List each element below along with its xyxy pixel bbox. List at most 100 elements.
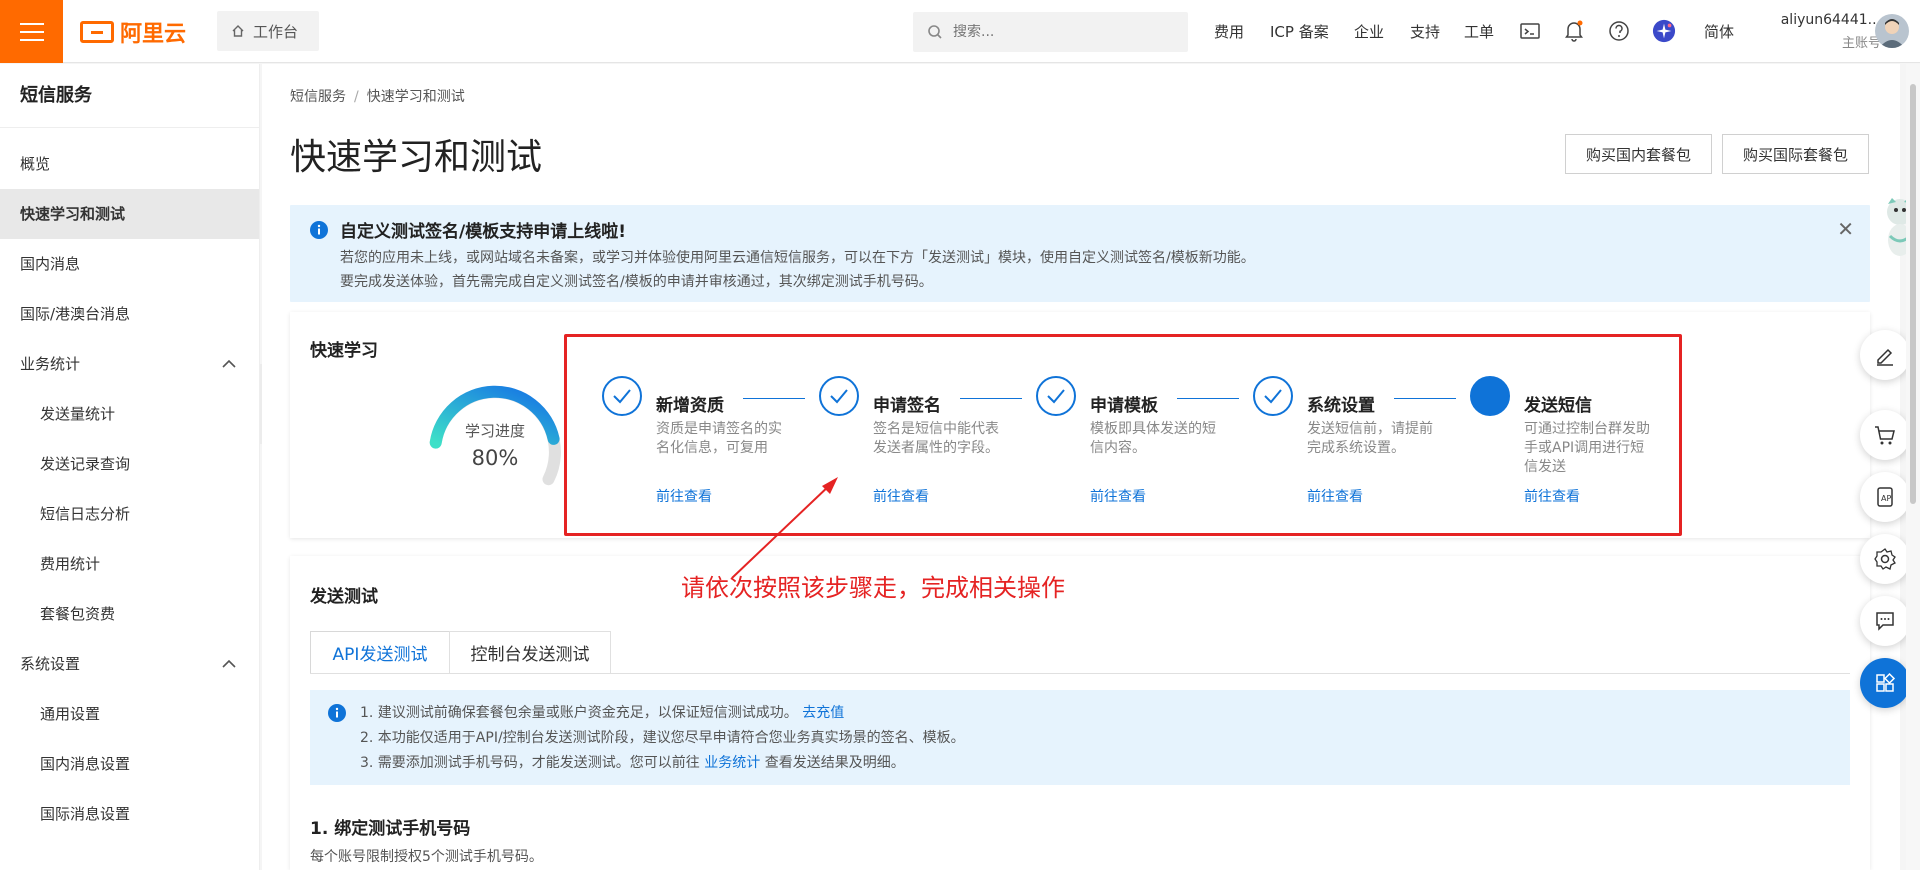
- sidebar-item-label: 短信日志分析: [40, 505, 131, 523]
- business-stats-link[interactable]: 业务统计: [704, 755, 760, 771]
- nav-icp[interactable]: ICP 备案: [1270, 21, 1329, 42]
- apps-icon[interactable]: [1860, 658, 1910, 708]
- account-type: 主账号: [1841, 36, 1881, 51]
- tips-box: 1. 建议测试前确保套餐包余量或账户资金充足，以保证短信测试成功。 去充值 2.…: [310, 690, 1850, 785]
- sidebar-group-statistics[interactable]: 业务统计: [0, 339, 259, 389]
- notice-heading: 自定义测试签名/模板支持申请上线啦!: [340, 222, 626, 242]
- language-switch[interactable]: 简体: [1704, 21, 1734, 42]
- page-scrollbar[interactable]: [1906, 64, 1920, 870]
- nav-support[interactable]: 支持: [1410, 21, 1440, 42]
- sidebar-item-label: 国内消息设置: [40, 755, 131, 773]
- sidebar-group-settings[interactable]: 系统设置: [0, 639, 259, 689]
- notice-banner: 自定义测试签名/模板支持申请上线啦! 若您的应用未上线，或网站域名未备案，或学习…: [290, 205, 1870, 302]
- tip-text: 查看发送结果及明细。: [764, 755, 905, 771]
- sidebar-item-label: 快速学习和测试: [20, 205, 126, 223]
- progress-gauge: 学习进度 80%: [420, 380, 570, 490]
- sidebar-item-label: 系统设置: [20, 655, 81, 673]
- svg-text:AP: AP: [1881, 494, 1891, 503]
- sidebar-item-label: 概览: [20, 155, 51, 173]
- send-test-title: 发送测试: [310, 587, 378, 607]
- breadcrumb: 短信服务 / 快速学习和测试: [290, 89, 465, 105]
- sidebar-item-label: 国际消息设置: [40, 805, 131, 823]
- user-menu[interactable]: aliyun64441... 主账号: [1761, 12, 1881, 51]
- info-icon: [328, 704, 346, 726]
- sidebar-item-label: 业务统计: [20, 355, 81, 373]
- chevron-up-icon: [221, 339, 237, 389]
- tip-text: 3. 需要添加测试手机号码，才能发送测试。您可以前往: [360, 755, 700, 771]
- sidebar-item-domestic[interactable]: 国内消息: [0, 239, 259, 289]
- bell-icon[interactable]: [1562, 19, 1586, 43]
- sidebar-item-label: 发送量统计: [40, 405, 116, 423]
- breadcrumb-item[interactable]: 短信服务: [290, 89, 346, 105]
- buy-intl-package-button[interactable]: 购买国际套餐包: [1722, 134, 1869, 174]
- sidebar-item-package-pricing[interactable]: 套餐包资费: [0, 589, 259, 639]
- menu-button[interactable]: [0, 0, 63, 63]
- sidebar-item-general-settings[interactable]: 通用设置: [0, 689, 259, 739]
- avatar[interactable]: [1875, 14, 1909, 48]
- tab-api-test[interactable]: API发送测试: [310, 631, 450, 674]
- home-icon: [232, 25, 244, 37]
- nav-billing[interactable]: 费用: [1214, 21, 1244, 42]
- workbench-button[interactable]: 工作台: [217, 11, 319, 51]
- help-icon[interactable]: [1607, 19, 1631, 43]
- sidebar-item-send-records[interactable]: 发送记录查询: [0, 439, 259, 489]
- close-icon[interactable]: ✕: [1837, 217, 1854, 241]
- tip-line: 1. 建议测试前确保套餐包余量或账户资金充足，以保证短信测试成功。 去充值: [360, 702, 844, 722]
- tip-line: 3. 需要添加测试手机号码，才能发送测试。您可以前往 业务统计 查看发送结果及明…: [360, 752, 905, 772]
- notice-line: 若您的应用未上线，或网站域名未备案，或学习并体验使用阿里云通信短信服务，可以在下…: [340, 250, 1255, 266]
- tip-text: 2. 本功能仅适用于API/控制台发送测试阶段，建议您尽早申请符合您业务真实场景…: [360, 730, 965, 746]
- tip-text: 1. 建议测试前确保套餐包余量或账户资金充足，以保证短信测试成功。: [360, 705, 798, 721]
- sidebar-item-label: 发送记录查询: [40, 455, 131, 473]
- scrollbar-thumb[interactable]: [1910, 84, 1916, 504]
- highlight-box: [564, 334, 1682, 536]
- page-title: 快速学习和测试: [290, 137, 543, 178]
- sidebar-item-label: 国内消息: [20, 255, 81, 273]
- nav-enterprise[interactable]: 企业: [1354, 21, 1384, 42]
- bind-phone-subtitle: 每个账号限制授权5个测试手机号码。: [310, 849, 543, 865]
- api-doc-icon[interactable]: AP: [1860, 472, 1910, 522]
- info-icon: [310, 221, 328, 243]
- search-icon: [928, 25, 942, 39]
- sidebar-item-label: 费用统计: [40, 555, 101, 573]
- ai-assistant-icon[interactable]: [1652, 19, 1676, 43]
- tip-line: 2. 本功能仅适用于API/控制台发送测试阶段，建议您尽早申请符合您业务真实场景…: [360, 727, 965, 747]
- annotation-text: 请依次按照该步骤走，完成相关操作: [681, 574, 1065, 602]
- breadcrumb-current: 快速学习和测试: [366, 89, 465, 105]
- chevron-up-icon: [221, 639, 237, 689]
- cart-icon[interactable]: [1860, 410, 1910, 460]
- sidebar-item-quick-learn[interactable]: 快速学习和测试: [0, 189, 259, 239]
- username: aliyun64441...: [1780, 12, 1881, 28]
- quick-learn-title: 快速学习: [310, 341, 378, 361]
- buy-domestic-package-button[interactable]: 购买国内套餐包: [1565, 134, 1712, 174]
- tab-console-test[interactable]: 控制台发送测试: [449, 631, 611, 674]
- sidebar-item-label: 套餐包资费: [40, 605, 116, 623]
- sidebar-item-label: 通用设置: [40, 705, 101, 723]
- progress-value: 80%: [471, 446, 519, 470]
- top-bar: 阿里云 工作台 费用 ICP 备案 企业 支持 工单 简体 aliyun6444…: [0, 0, 1920, 63]
- sidebar-item-send-volume[interactable]: 发送量统计: [0, 389, 259, 439]
- send-test-card: 发送测试 API发送测试 控制台发送测试 1. 建议测试前确保套餐包余量或账户资…: [290, 556, 1870, 870]
- sidebar-item-intl-settings[interactable]: 国际消息设置: [0, 789, 259, 839]
- recharge-link[interactable]: 去充值: [802, 705, 844, 721]
- logo-text: 阿里云: [120, 22, 187, 47]
- bind-phone-title: 1. 绑定测试手机号码: [310, 819, 471, 839]
- sidebar-item-overview[interactable]: 概览: [0, 139, 259, 189]
- sidebar-item-domestic-settings[interactable]: 国内消息设置: [0, 739, 259, 789]
- sidebar: 短信服务 概览 快速学习和测试 国内消息 国际/港澳台消息 业务统计 发送量统计…: [0, 64, 260, 870]
- sidebar-item-label: 国际/港澳台消息: [20, 305, 131, 323]
- edit-icon[interactable]: [1860, 330, 1910, 380]
- terminal-icon[interactable]: [1518, 19, 1542, 43]
- settings-icon[interactable]: [1860, 534, 1910, 584]
- sidebar-title: 短信服务: [0, 64, 259, 128]
- sidebar-item-international[interactable]: 国际/港澳台消息: [0, 289, 259, 339]
- progress-label: 学习进度: [464, 422, 525, 440]
- notice-line: 要完成发送体验，首先需完成自定义测试签名/模板的申请并审核通过，其次绑定测试手机…: [340, 274, 933, 290]
- search-input[interactable]: [953, 24, 1153, 40]
- search-box[interactable]: [913, 12, 1188, 52]
- sidebar-item-log-analysis[interactable]: 短信日志分析: [0, 489, 259, 539]
- sidebar-item-cost-stats[interactable]: 费用统计: [0, 539, 259, 589]
- aliyun-logo[interactable]: 阿里云: [80, 17, 186, 47]
- nav-ticket[interactable]: 工单: [1464, 21, 1494, 42]
- chat-icon[interactable]: [1860, 596, 1910, 646]
- workbench-label: 工作台: [253, 22, 299, 41]
